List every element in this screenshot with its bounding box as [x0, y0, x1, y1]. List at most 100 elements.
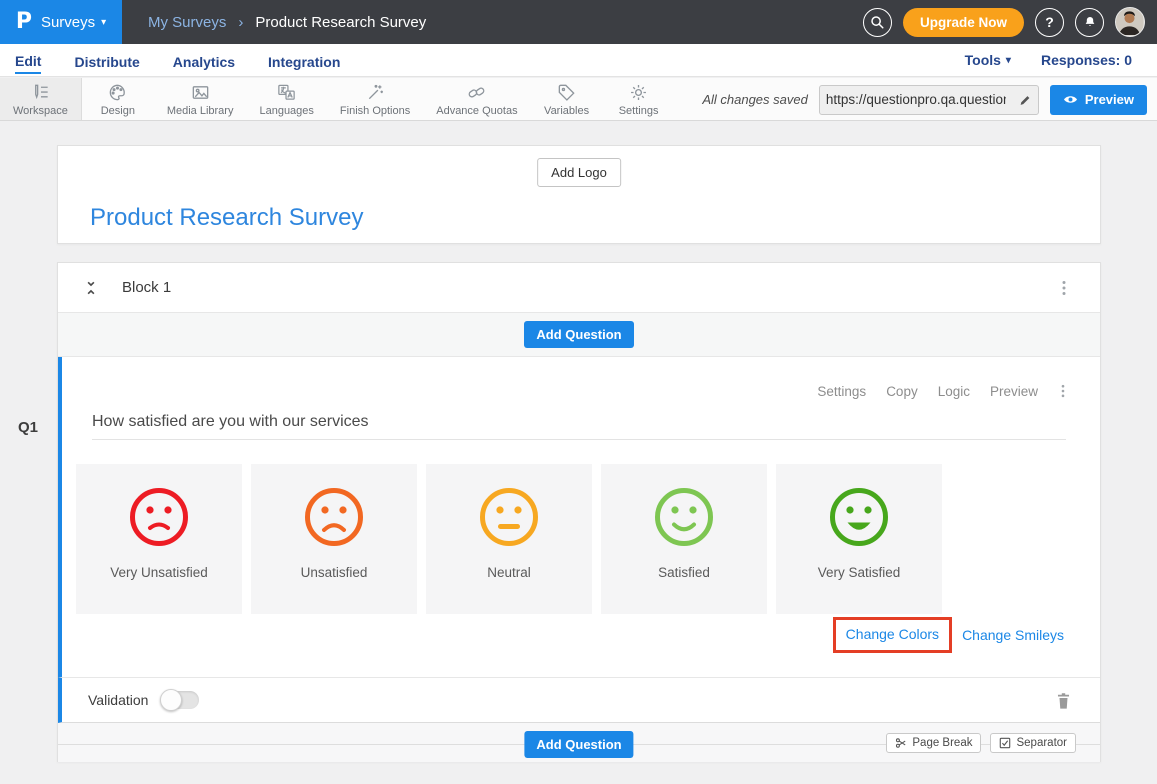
toolbar-item-settings[interactable]: Settings [603, 78, 675, 120]
media-library-icon [190, 82, 211, 103]
toolbar-label: Advance Quotas [436, 105, 517, 117]
workspace-icon [30, 82, 51, 103]
toolbar-label: Media Library [167, 105, 234, 117]
toolbar-item-design[interactable]: Design [82, 78, 154, 120]
languages-icon [276, 82, 297, 103]
survey-header-card: Add Logo Product Research Survey [57, 145, 1101, 244]
search-button[interactable] [863, 8, 892, 37]
kebab-menu-icon [1056, 279, 1072, 297]
question-number: Q1 [18, 419, 38, 436]
scissors-icon [895, 737, 907, 749]
survey-nav-row: Edit Distribute Analytics Integration To… [0, 44, 1157, 77]
notifications-button[interactable] [1075, 8, 1104, 37]
smiley-label: Unsatisfied [301, 565, 368, 580]
responses-count[interactable]: Responses: 0 [1041, 52, 1132, 68]
validation-row: Validation [58, 677, 1100, 723]
question-text[interactable]: How satisfied are you with our services [92, 413, 369, 431]
chevron-down-icon: ▾ [1006, 55, 1011, 66]
chevron-down-icon: ▾ [101, 17, 106, 28]
breadcrumb-current-survey: Product Research Survey [255, 14, 426, 31]
smiley-unsatisfied-icon [301, 484, 367, 550]
add-question-button-top[interactable]: Add Question [524, 321, 633, 348]
toolbar-item-media-library[interactable]: Media Library [154, 78, 247, 120]
person-icon [1116, 8, 1143, 35]
finish-options-icon [365, 82, 386, 103]
breadcrumb-separator-icon: › [238, 14, 243, 31]
question-preview-button[interactable]: Preview [990, 384, 1038, 399]
question-copy-button[interactable]: Copy [886, 384, 918, 399]
smiley-option-neutral[interactable]: Neutral [426, 464, 592, 614]
pencil-icon [1018, 93, 1032, 107]
delete-question-button[interactable] [1053, 689, 1074, 712]
separator-label: Separator [1016, 737, 1067, 749]
toggle-knob [160, 689, 182, 711]
add-question-row-top: Add Question [58, 313, 1100, 357]
question-menu-button[interactable] [1052, 379, 1074, 403]
upgrade-now-button[interactable]: Upgrade Now [903, 8, 1024, 37]
breadcrumb: My Surveys › Product Research Survey [148, 14, 426, 31]
toolbar-label: Settings [619, 105, 659, 117]
surveys-product-menu[interactable]: P Surveys ▾ [0, 0, 122, 44]
smiley-label: Very Satisfied [818, 565, 901, 580]
toolbar-item-workspace[interactable]: Workspace [0, 78, 82, 120]
change-smileys-link[interactable]: Change Smileys [962, 627, 1064, 643]
question-actions: Settings Copy Logic Preview [817, 379, 1074, 403]
preview-button[interactable]: Preview [1050, 85, 1147, 115]
question-settings-button[interactable]: Settings [817, 384, 866, 399]
smiley-option-very-satisfied[interactable]: Very Satisfied [776, 464, 942, 614]
kebab-menu-icon [1056, 383, 1070, 399]
tab-edit[interactable]: Edit [15, 46, 41, 74]
add-question-button-bottom[interactable]: Add Question [524, 731, 633, 758]
tab-analytics[interactable]: Analytics [173, 47, 235, 73]
smiley-label: Neutral [487, 565, 531, 580]
smiley-scale: Very Unsatisfied Unsatisfied Neutral [76, 464, 942, 614]
toolbar-item-finish-options[interactable]: Finish Options [327, 78, 423, 120]
separator-button[interactable]: Separator [990, 733, 1076, 753]
smiley-very-satisfied-icon [826, 484, 892, 550]
change-colors-link[interactable]: Change Colors [846, 626, 939, 642]
smiley-option-unsatisfied[interactable]: Unsatisfied [251, 464, 417, 614]
top-bar: P Surveys ▾ My Surveys › Product Researc… [0, 0, 1157, 44]
design-icon [107, 82, 128, 103]
product-menu-label: Surveys [41, 14, 95, 31]
smiley-label: Very Unsatisfied [110, 565, 208, 580]
question-mark-icon: ? [1045, 14, 1054, 30]
collapse-block-icon[interactable] [82, 279, 100, 297]
toolbar-label: Finish Options [340, 105, 410, 117]
question-logic-button[interactable]: Logic [938, 384, 970, 399]
toolbar-label: Workspace [13, 105, 68, 117]
tab-distribute[interactable]: Distribute [74, 47, 139, 73]
toolbar-item-languages[interactable]: Languages [246, 78, 326, 120]
smiley-links: Change Colors Change Smileys [833, 617, 1064, 653]
save-status: All changes saved [702, 92, 808, 107]
eye-icon [1063, 94, 1078, 105]
variables-icon [556, 82, 577, 103]
block-header: Block 1 [58, 263, 1100, 313]
edit-url-button[interactable] [1012, 93, 1038, 107]
advance-quotas-icon [466, 82, 487, 103]
survey-url-input[interactable] [820, 92, 1012, 107]
toolbar-item-advance-quotas[interactable]: Advance Quotas [423, 78, 530, 120]
survey-url-field[interactable] [819, 85, 1039, 115]
settings-icon [628, 82, 649, 103]
survey-title[interactable]: Product Research Survey [90, 204, 363, 232]
tab-integration[interactable]: Integration [268, 47, 340, 73]
toolbar-item-variables[interactable]: Variables [531, 78, 603, 120]
breadcrumb-my-surveys[interactable]: My Surveys [148, 14, 226, 31]
checkbox-checked-icon [999, 737, 1011, 749]
block-menu-button[interactable] [1052, 275, 1076, 301]
page-break-button[interactable]: Page Break [886, 733, 981, 753]
smiley-satisfied-icon [651, 484, 717, 550]
tools-menu[interactable]: Tools ▾ [965, 52, 1011, 68]
smiley-option-very-unsatisfied[interactable]: Very Unsatisfied [76, 464, 242, 614]
change-colors-highlight: Change Colors [833, 617, 952, 653]
block-title[interactable]: Block 1 [122, 279, 171, 296]
search-icon [869, 14, 885, 30]
help-button[interactable]: ? [1035, 8, 1064, 37]
preview-button-label: Preview [1085, 92, 1134, 107]
add-logo-button[interactable]: Add Logo [537, 158, 621, 187]
user-avatar[interactable] [1115, 7, 1145, 37]
tools-menu-label: Tools [965, 52, 1001, 68]
validation-toggle[interactable] [161, 691, 199, 709]
smiley-option-satisfied[interactable]: Satisfied [601, 464, 767, 614]
